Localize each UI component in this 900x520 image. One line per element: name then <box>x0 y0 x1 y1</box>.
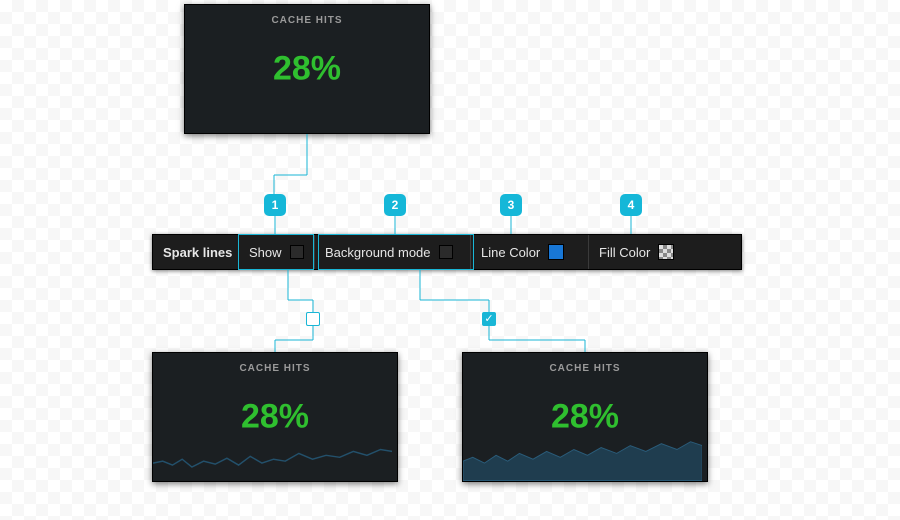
show-checkbox[interactable] <box>290 245 304 259</box>
widget-value: 28% <box>185 50 429 89</box>
toolbar-show-option[interactable]: Show <box>239 235 315 269</box>
widget-value: 28% <box>153 398 397 437</box>
bgmode-checkbox[interactable] <box>439 245 453 259</box>
toolbar-fillcolor-option[interactable]: Fill Color <box>589 235 741 269</box>
callout-checkbox-checked: ✓ <box>482 312 496 326</box>
sparkline-line-icon <box>153 432 392 481</box>
widget-card-sparkline-bg: CACHE HITS 28% <box>462 352 708 482</box>
callout-checkbox-unchecked <box>306 312 320 326</box>
toolbar-bgmode-option[interactable]: Background mode <box>315 235 471 269</box>
callout-marker-4: 4 <box>620 194 642 216</box>
toolbar-title: Spark lines <box>153 235 239 269</box>
linecolor-swatch[interactable] <box>548 244 564 260</box>
callout-marker-3: 3 <box>500 194 522 216</box>
callout-marker-2: 2 <box>384 194 406 216</box>
widget-title: CACHE HITS <box>153 353 397 374</box>
callout-marker-1: 1 <box>264 194 286 216</box>
bgmode-label: Background mode <box>325 245 431 260</box>
widget-title: CACHE HITS <box>463 353 707 374</box>
widget-title: CACHE HITS <box>185 5 429 26</box>
sparkline-fill-icon <box>463 432 702 481</box>
widget-card-sparkline-line: CACHE HITS 28% <box>152 352 398 482</box>
fillcolor-swatch[interactable] <box>658 244 674 260</box>
widget-value: 28% <box>463 398 707 437</box>
sparkline-toolbar: Spark lines Show Background mode Line Co… <box>152 234 742 270</box>
linecolor-label: Line Color <box>481 245 540 260</box>
widget-card-top: CACHE HITS 28% <box>184 4 430 134</box>
toolbar-linecolor-option[interactable]: Line Color <box>471 235 589 269</box>
fillcolor-label: Fill Color <box>599 245 650 260</box>
show-label: Show <box>249 245 282 260</box>
